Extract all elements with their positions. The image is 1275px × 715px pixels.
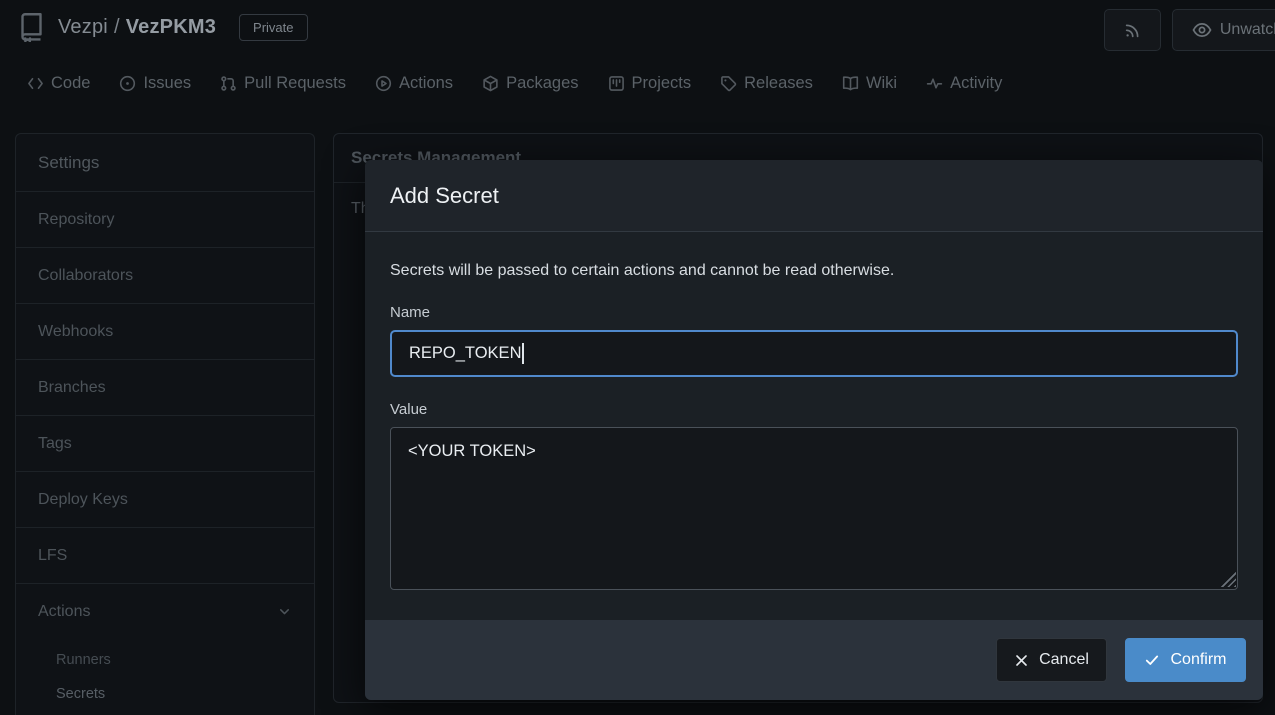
tab-wiki[interactable]: Wiki: [842, 74, 897, 93]
project-board-icon: [608, 75, 625, 92]
close-icon: [1014, 653, 1029, 668]
issue-icon: [119, 75, 136, 92]
top-header: Vezpi/VezPKM3 Private Unwatch: [0, 0, 1275, 60]
text-cursor: [522, 343, 524, 364]
sidebar-item-label: Repository: [38, 211, 114, 229]
sidebar-subitem-label: Secrets: [56, 686, 105, 702]
sidebar-subitem-label: Runners: [56, 652, 111, 668]
cancel-button-label: Cancel: [1039, 651, 1089, 669]
sidebar-item-repository[interactable]: Repository: [16, 191, 314, 247]
settings-sidebar: Settings Repository Collaborators Webhoo…: [15, 133, 315, 715]
header-buttons: Unwatch: [0, 9, 1275, 51]
rss-feed-button[interactable]: [1104, 9, 1161, 51]
sidebar-item-label: Tags: [38, 435, 72, 453]
unwatch-button[interactable]: Unwatch: [1172, 9, 1275, 51]
modal-description: Secrets will be passed to certain action…: [390, 262, 1238, 280]
sidebar-item-branches[interactable]: Branches: [16, 359, 314, 415]
sidebar-item-label: Deploy Keys: [38, 491, 128, 509]
tab-activity-label: Activity: [950, 74, 1002, 93]
code-icon: [27, 75, 44, 92]
confirm-button-label: Confirm: [1170, 651, 1226, 669]
modal-header: Add Secret: [365, 160, 1263, 232]
value-field-label: Value: [390, 401, 1238, 418]
sidebar-item-tags[interactable]: Tags: [16, 415, 314, 471]
sidebar-item-label: Collaborators: [38, 267, 133, 285]
tab-packages[interactable]: Packages: [482, 74, 578, 93]
pull-request-icon: [220, 75, 237, 92]
sidebar-item-label: Webhooks: [38, 323, 113, 341]
sidebar-item-actions[interactable]: Actions: [16, 583, 314, 639]
sidebar-item-deploy-keys[interactable]: Deploy Keys: [16, 471, 314, 527]
tab-pull-requests[interactable]: Pull Requests: [220, 74, 346, 93]
play-circle-icon: [375, 75, 392, 92]
tab-releases[interactable]: Releases: [720, 74, 813, 93]
unwatch-label: Unwatch: [1220, 21, 1275, 39]
sidebar-item-webhooks[interactable]: Webhooks: [16, 303, 314, 359]
chevron-down-icon: [277, 604, 292, 619]
tab-issues[interactable]: Issues: [119, 74, 191, 93]
tab-pull-requests-label: Pull Requests: [244, 74, 346, 93]
sidebar-item-label: Actions: [38, 603, 90, 621]
tab-packages-label: Packages: [506, 74, 578, 93]
sidebar-subitem-runners[interactable]: Runners: [16, 643, 314, 677]
package-icon: [482, 75, 499, 92]
tab-projects-label: Projects: [632, 74, 692, 93]
sidebar-item-label: LFS: [38, 547, 67, 565]
name-input-value: REPO_TOKEN: [409, 344, 521, 363]
value-textarea[interactable]: <YOUR TOKEN>: [390, 427, 1238, 590]
sidebar-item-settings[interactable]: Settings: [16, 134, 314, 191]
tab-projects[interactable]: Projects: [608, 74, 692, 93]
name-input[interactable]: REPO_TOKEN: [390, 330, 1238, 377]
sidebar-item-collaborators[interactable]: Collaborators: [16, 247, 314, 303]
tab-code[interactable]: Code: [27, 74, 90, 93]
sidebar-item-label: Branches: [38, 379, 106, 397]
tab-activity[interactable]: Activity: [926, 74, 1002, 93]
sidebar-actions-submenu: Runners Secrets: [16, 639, 314, 715]
pulse-icon: [926, 75, 943, 92]
sidebar-item-label: Settings: [38, 153, 99, 173]
tab-wiki-label: Wiki: [866, 74, 897, 93]
tab-actions[interactable]: Actions: [375, 74, 453, 93]
value-textarea-wrap: <YOUR TOKEN>: [390, 427, 1238, 590]
tab-code-label: Code: [51, 74, 90, 93]
sidebar-item-lfs[interactable]: LFS: [16, 527, 314, 583]
name-field-label: Name: [390, 304, 1238, 321]
tab-releases-label: Releases: [744, 74, 813, 93]
cancel-button[interactable]: Cancel: [996, 638, 1107, 682]
modal-actions: Cancel Confirm: [365, 620, 1263, 700]
add-secret-modal: Add Secret Secrets will be passed to cer…: [365, 160, 1263, 700]
tab-issues-label: Issues: [143, 74, 191, 93]
repo-nav-tabs: Code Issues Pull Requests Actions Packag…: [0, 60, 1275, 106]
modal-body: Secrets will be passed to certain action…: [365, 232, 1263, 620]
sidebar-subitem-secrets[interactable]: Secrets: [16, 677, 314, 711]
tag-icon: [720, 75, 737, 92]
book-open-icon: [842, 75, 859, 92]
confirm-button[interactable]: Confirm: [1125, 638, 1246, 682]
tab-actions-label: Actions: [399, 74, 453, 93]
check-icon: [1144, 652, 1160, 668]
eye-icon: [1192, 20, 1212, 40]
rss-icon: [1124, 22, 1141, 39]
modal-title: Add Secret: [390, 183, 499, 209]
